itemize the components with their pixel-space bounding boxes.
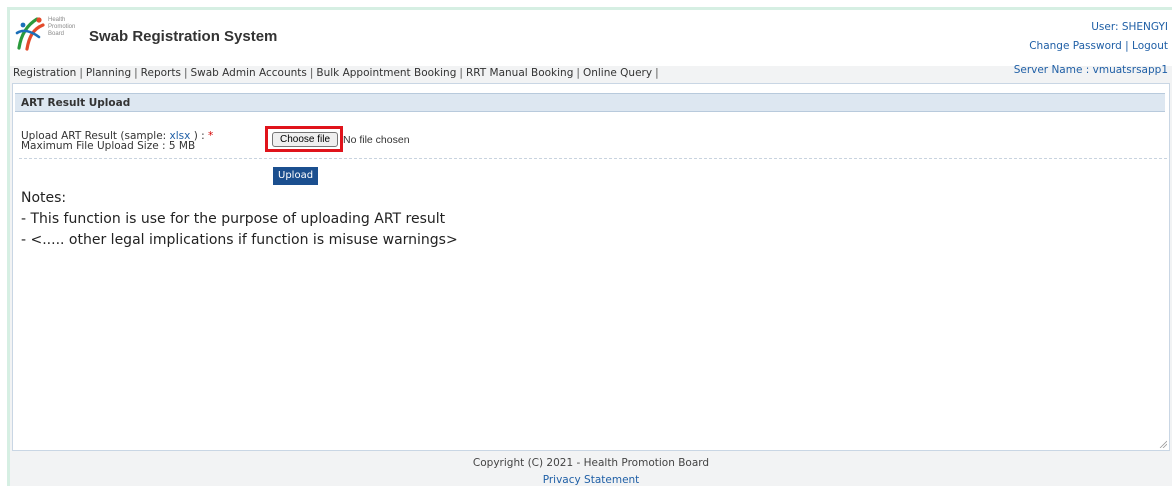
- notes-heading: Notes:: [21, 190, 67, 206]
- user-info: User: SHENGYI Change Password | Logout: [1029, 18, 1168, 56]
- copyright-text: Copyright (C) 2021 - Health Promotion Bo…: [472, 457, 710, 469]
- hpb-logo: Health Promotion Board: [15, 15, 85, 51]
- server-name: Server Name : vmuatsrsapp1: [1013, 64, 1168, 76]
- header: Health Promotion Board Swab Registration…: [10, 10, 1172, 66]
- account-links-separator: |: [1125, 40, 1129, 52]
- footer: Copyright (C) 2021 - Health Promotion Bo…: [10, 455, 1172, 489]
- upload-form-row: Upload ART Result (sample: xlsx ) : * Ma…: [19, 124, 1167, 159]
- account-links: Change Password | Logout: [1029, 37, 1168, 56]
- notes: Notes: - This function is use for the pu…: [21, 188, 458, 251]
- nav-separator: |: [134, 67, 138, 79]
- privacy-statement-link[interactable]: Privacy Statement: [543, 474, 640, 486]
- no-file-chosen-text: No file chosen: [343, 134, 410, 146]
- upload-button[interactable]: Upload: [273, 167, 319, 185]
- nav-separator: |: [183, 67, 188, 79]
- nav-item-swab-admin-accounts[interactable]: Swab Admin Accounts: [190, 67, 306, 79]
- user-label: User: SHENGYI: [1091, 21, 1168, 33]
- nav-separator: |: [655, 67, 659, 79]
- nav-item-online-query[interactable]: Online Query: [583, 67, 652, 79]
- nav-item-reports[interactable]: Reports: [141, 67, 181, 79]
- notes-line: - <..... other legal implications if fun…: [21, 232, 458, 248]
- hpb-logo-icon: [15, 17, 45, 51]
- section-title: ART Result Upload: [15, 93, 1165, 112]
- upload-field-label: Upload ART Result (sample: xlsx ) : * Ma…: [21, 130, 214, 152]
- nav-item-registration[interactable]: Registration: [13, 67, 76, 79]
- change-password-link[interactable]: Change Password: [1029, 40, 1122, 52]
- choose-file-button[interactable]: Choose file: [272, 132, 338, 147]
- content-area: ART Result Upload Upload ART Result (sam…: [12, 83, 1170, 451]
- required-mark: *: [208, 130, 214, 142]
- nav-item-rrt-manual-booking[interactable]: RRT Manual Booking: [466, 67, 573, 79]
- nav-separator: |: [309, 67, 314, 79]
- app-title: Swab Registration System: [89, 28, 278, 45]
- logo-text-line3: Board: [48, 31, 65, 37]
- logo-text: Health Promotion Board: [48, 17, 75, 38]
- choose-file-highlight: Choose file: [265, 126, 343, 152]
- nav-separator: |: [79, 67, 83, 79]
- nav-item-planning[interactable]: Planning: [86, 67, 131, 79]
- nav-separator: |: [576, 67, 580, 79]
- main-nav: Registration | Planning | Reports | Swab Admin…: [10, 63, 1013, 83]
- notes-line: - This function is use for the purpose o…: [21, 211, 446, 227]
- logo-text-line1: Health: [48, 17, 66, 23]
- max-size-text: Maximum File Upload Size : 5 MB: [21, 140, 196, 152]
- page-frame: Health Promotion Board Swab Registration…: [7, 7, 1172, 486]
- nav-separator: |: [459, 67, 463, 79]
- logout-link[interactable]: Logout: [1132, 40, 1168, 52]
- resize-handle-icon[interactable]: [1159, 440, 1167, 448]
- nav-item-bulk-appointment-booking[interactable]: Bulk Appointment Booking: [316, 67, 456, 79]
- logo-text-line2: Promotion: [48, 24, 76, 30]
